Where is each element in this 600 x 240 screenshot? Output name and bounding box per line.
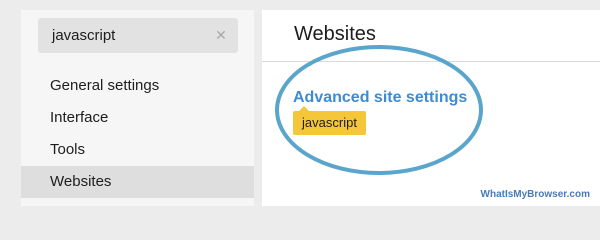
advanced-site-settings-link[interactable]: Advanced site settings (293, 89, 467, 107)
settings-sidebar: javascript ✕ General settings Interface … (21, 10, 254, 206)
sidebar-item-websites[interactable]: Websites (21, 166, 254, 198)
sidebar-item-tools[interactable]: Tools (21, 134, 254, 166)
sidebar-item-interface[interactable]: Interface (21, 102, 254, 134)
watermark: WhatIsMyBrowser.com (480, 189, 590, 200)
websites-panel: Websites Advanced site settings javascri… (262, 10, 600, 206)
search-field[interactable]: javascript ✕ (38, 18, 238, 53)
close-icon[interactable]: ✕ (214, 27, 228, 44)
sidebar-item-general-settings[interactable]: General settings (21, 70, 254, 102)
search-match-badge: javascript (293, 106, 366, 135)
settings-nav: General settings Interface Tools Website… (21, 70, 254, 198)
page-title: Websites (262, 10, 600, 62)
search-input[interactable]: javascript (52, 27, 214, 44)
